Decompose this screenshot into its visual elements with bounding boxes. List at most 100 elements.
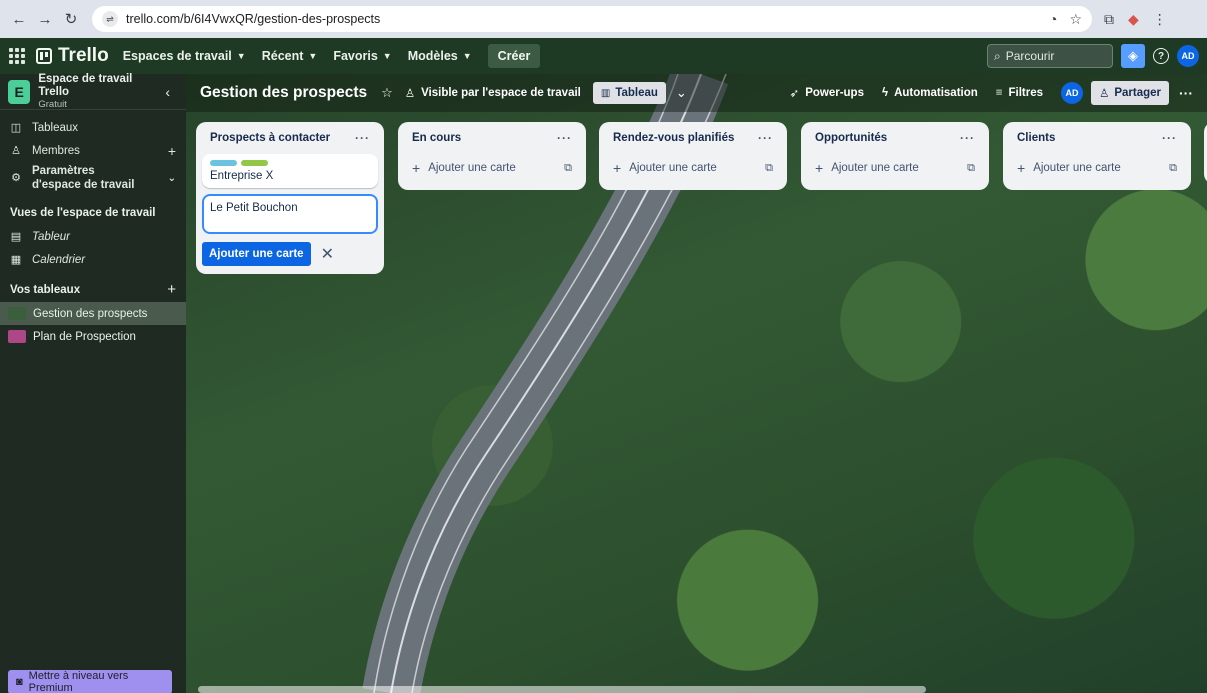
sidebar: E Espace de travail Trello Gratuit ‹ ◫ T… bbox=[0, 73, 186, 693]
list-rendez-vous-planifies: Rendez-vous planifiés ··· + Ajouter une … bbox=[599, 122, 787, 190]
nav-workspaces[interactable]: Espaces de travail ▼ bbox=[123, 49, 246, 63]
list-header[interactable]: En cours ··· bbox=[404, 122, 580, 154]
nav-favorites[interactable]: Favoris ▼ bbox=[333, 49, 391, 63]
list-header[interactable]: Rendez-vous planifiés ··· bbox=[605, 122, 781, 154]
add-member-icon[interactable]: + bbox=[168, 143, 176, 159]
workspace-badge: E bbox=[8, 79, 31, 104]
trello-logo[interactable]: Trello bbox=[36, 45, 109, 67]
chevron-down-icon: ▼ bbox=[382, 51, 392, 61]
back-icon[interactable]: ← bbox=[8, 8, 30, 30]
sidebar-item-settings[interactable]: ⚙ Paramètres d'espace de travail ⌄ bbox=[0, 162, 186, 196]
add-card-button[interactable]: Ajouter une carte bbox=[202, 242, 311, 266]
card-template-icon[interactable]: ⧉ bbox=[1169, 162, 1177, 175]
sidebar-item-boards[interactable]: ◫ Tableaux bbox=[0, 116, 186, 139]
automation-button[interactable]: ϟ Automatisation bbox=[882, 87, 978, 99]
board-canvas: Gestion des prospects ☆ ♙ Visible par l'… bbox=[186, 74, 1207, 693]
browser-toolbar: ← → ↻ ⇌ trello.com/b/6I4VwxQR/gestion-de… bbox=[0, 0, 1207, 38]
star-icon[interactable]: ☆ bbox=[381, 85, 393, 101]
workspace-name: Espace de travail Trello bbox=[38, 73, 133, 98]
list-header[interactable]: Opportunités ··· bbox=[807, 122, 983, 154]
list-header[interactable]: Clients ··· bbox=[1009, 122, 1185, 154]
trello-header: Trello Espaces de travail ▼ Récent ▼ Favor… bbox=[0, 38, 1207, 74]
create-button[interactable]: Créer bbox=[487, 44, 541, 68]
list-menu-icon[interactable]: ··· bbox=[355, 131, 370, 145]
list-header[interactable]: Prospects à contacter ··· bbox=[202, 122, 378, 154]
board-thumbnail bbox=[8, 330, 26, 343]
new-card-textarea[interactable]: Le Petit Bouchon bbox=[202, 194, 378, 234]
trello-logo-icon bbox=[36, 48, 52, 64]
gear-icon: ⚙ bbox=[11, 172, 21, 185]
search-input[interactable]: ⌕ Parcourir bbox=[987, 44, 1113, 68]
list-menu-icon[interactable]: ··· bbox=[557, 131, 572, 145]
plus-icon: + bbox=[412, 160, 421, 176]
account-avatar[interactable]: AD bbox=[1177, 45, 1199, 67]
board-view-icon: ▥ bbox=[600, 87, 611, 99]
plus-icon: + bbox=[1017, 160, 1026, 176]
people-icon: ♙ bbox=[404, 88, 416, 100]
chevron-down-icon: ▼ bbox=[462, 51, 472, 61]
sidebar-board-gestion-des-prospects[interactable]: Gestion des prospects bbox=[0, 302, 186, 325]
premium-icon: ◙ bbox=[16, 676, 23, 688]
add-card-button[interactable]: + Ajouter une carte ⧉ bbox=[807, 154, 983, 182]
performance-icon[interactable]: ◔ bbox=[1049, 11, 1057, 27]
card-template-icon[interactable]: ⧉ bbox=[967, 162, 975, 175]
close-icon[interactable]: ✕ bbox=[321, 244, 334, 264]
sidebar-board-plan-de-prospection[interactable]: Plan de Prospection bbox=[0, 325, 186, 348]
add-card-button[interactable]: + Ajouter une carte ⧉ bbox=[605, 154, 781, 182]
board-member-avatar[interactable]: AD bbox=[1061, 82, 1084, 104]
list-prospects-a-contacter: Prospects à contacter ··· Entreprise X L… bbox=[196, 122, 384, 274]
reload-icon[interactable]: ↻ bbox=[60, 8, 82, 30]
card-labels bbox=[210, 160, 370, 166]
board-view-button[interactable]: ▥ Tableau bbox=[592, 82, 666, 104]
plus-icon: + bbox=[613, 160, 622, 176]
card[interactable]: Entreprise X bbox=[202, 154, 378, 188]
board-header: Gestion des prospects ☆ ♙ Visible par l'… bbox=[186, 74, 1207, 112]
list-menu-icon[interactable]: ··· bbox=[758, 131, 773, 145]
list-en-cours: En cours ··· + Ajouter une carte ⧉ bbox=[398, 122, 586, 190]
add-card-button[interactable]: + Ajouter une carte ⧉ bbox=[1009, 154, 1185, 182]
site-info-icon[interactable]: ⇌ bbox=[102, 11, 118, 27]
plus-icon: + bbox=[815, 160, 824, 176]
collapse-sidebar-icon[interactable]: ‹ bbox=[158, 81, 179, 103]
more-options-icon[interactable]: ··· bbox=[1179, 85, 1193, 101]
app-switcher-icon[interactable] bbox=[8, 47, 26, 65]
add-card-button[interactable]: + Ajouter une carte ⧉ bbox=[404, 154, 580, 182]
board-thumbnail bbox=[8, 307, 26, 320]
chevron-down-icon: ▼ bbox=[236, 51, 246, 61]
sidebar-item-table-view[interactable]: ▤ Tableur bbox=[0, 225, 186, 248]
search-icon: ⌕ bbox=[994, 48, 1001, 63]
notifications-icon[interactable]: ◈ bbox=[1121, 44, 1145, 68]
person-add-icon: ♙ bbox=[1099, 88, 1110, 100]
list-clients: Clients ··· + Ajouter une carte ⧉ bbox=[1003, 122, 1191, 190]
your-boards-heading: Vos tableaux + bbox=[10, 281, 176, 298]
nav-templates[interactable]: Modèles ▼ bbox=[408, 49, 472, 63]
label-blue bbox=[210, 160, 237, 166]
sidebar-item-calendar-view[interactable]: ▦ Calendrier bbox=[0, 248, 186, 271]
card-template-icon[interactable]: ⧉ bbox=[564, 162, 572, 175]
table-icon: ▤ bbox=[10, 231, 22, 243]
horizontal-scrollbar[interactable] bbox=[198, 686, 926, 693]
bookmark-star-icon[interactable]: ☆ bbox=[1069, 11, 1082, 28]
nav-recent[interactable]: Récent ▼ bbox=[262, 49, 318, 63]
upgrade-premium-button[interactable]: ◙ Mettre à niveau vers Premium bbox=[8, 670, 172, 693]
browser-menu-icon[interactable]: ⋮ bbox=[1153, 11, 1167, 28]
visibility-button[interactable]: ♙ Visible par l'espace de travail bbox=[405, 86, 581, 100]
card-template-icon[interactable]: ⧉ bbox=[765, 162, 773, 175]
board-title[interactable]: Gestion des prospects bbox=[200, 84, 367, 102]
extensions-icon[interactable]: ⧉ bbox=[1104, 11, 1114, 28]
lightning-icon: ϟ bbox=[881, 87, 889, 99]
calendar-icon: ▦ bbox=[10, 254, 22, 266]
sidebar-item-members[interactable]: ♙ Membres + bbox=[0, 139, 186, 162]
add-board-icon[interactable]: + bbox=[167, 281, 176, 298]
help-icon[interactable]: ? bbox=[1153, 48, 1169, 64]
list-menu-icon[interactable]: ··· bbox=[960, 131, 975, 145]
powerups-button[interactable]: ➶ Power-ups bbox=[790, 86, 864, 100]
chevron-down-icon[interactable]: ⌄ bbox=[676, 85, 687, 101]
list-menu-icon[interactable]: ··· bbox=[1162, 131, 1177, 145]
address-bar[interactable]: ⇌ trello.com/b/6I4VwxQR/gestion-des-pros… bbox=[92, 6, 1092, 32]
url-text: trello.com/b/6I4VwxQR/gestion-des-prospe… bbox=[126, 12, 381, 26]
profile-icon[interactable]: ◆ bbox=[1128, 11, 1139, 28]
share-button[interactable]: ♙ Partager bbox=[1091, 81, 1169, 105]
filters-button[interactable]: ≡ Filtres bbox=[996, 87, 1043, 99]
forward-icon[interactable]: → bbox=[34, 8, 56, 30]
